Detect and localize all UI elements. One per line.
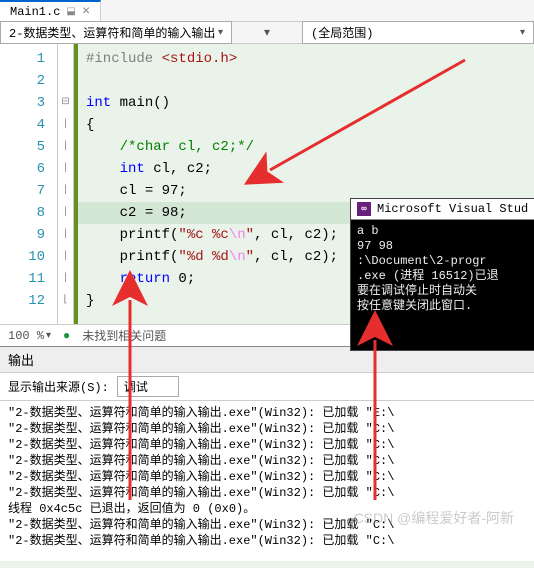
- fold-gutter: ⊟ ||||||||⌊: [58, 44, 74, 324]
- check-icon: ●: [63, 329, 70, 343]
- console-body: a b 97 98 :\Document\2-progr .exe (进程 16…: [351, 220, 534, 350]
- nav-toolbar: 2-数据类型、运算符和简单的输入输出 ▾ ▾ (全局范围) ▾: [0, 22, 534, 44]
- scope-dropdown[interactable]: (全局范围) ▾: [302, 21, 534, 44]
- status-text: 未找到相关问题: [82, 327, 166, 344]
- chevron-down-icon: ▾: [218, 27, 223, 39]
- console-title-text: Microsoft Visual Stud: [377, 202, 528, 216]
- output-body[interactable]: "2-数据类型、运算符和简单的输入输出.exe"(Win32): 已加载 "E:…: [0, 401, 534, 561]
- toolbar-sep: ▾: [232, 25, 302, 40]
- chevron-down-icon: ▾: [46, 330, 51, 342]
- tab-bar: Main1.c ⬓ ×: [0, 0, 534, 22]
- zoom-value: 100 %: [8, 329, 44, 343]
- output-src-label: 显示输出来源(S):: [8, 378, 109, 395]
- output-src-dropdown[interactable]: 调试: [117, 376, 179, 397]
- file-tab[interactable]: Main1.c ⬓ ×: [0, 0, 101, 21]
- file-scope-dropdown[interactable]: 2-数据类型、运算符和简单的输入输出 ▾: [0, 21, 232, 44]
- scope-label: (全局范围): [311, 24, 373, 41]
- file-scope-label: 2-数据类型、运算符和简单的输入输出: [9, 24, 215, 41]
- line-numbers: 123 456 789 101112: [0, 44, 58, 324]
- console-titlebar[interactable]: ∞ Microsoft Visual Stud: [351, 199, 534, 220]
- vs-icon: ∞: [357, 202, 371, 216]
- close-icon[interactable]: ×: [82, 4, 90, 20]
- tab-filename: Main1.c: [10, 5, 60, 19]
- zoom-control[interactable]: 100 % ▾: [8, 329, 51, 343]
- output-source-row: 显示输出来源(S): 调试: [0, 373, 534, 401]
- chevron-down-icon: ▾: [520, 27, 525, 39]
- pin-icon[interactable]: ⬓: [66, 6, 75, 18]
- console-window[interactable]: ∞ Microsoft Visual Stud a b 97 98 :\Docu…: [350, 198, 534, 351]
- fold-icon[interactable]: ⊟: [58, 92, 73, 114]
